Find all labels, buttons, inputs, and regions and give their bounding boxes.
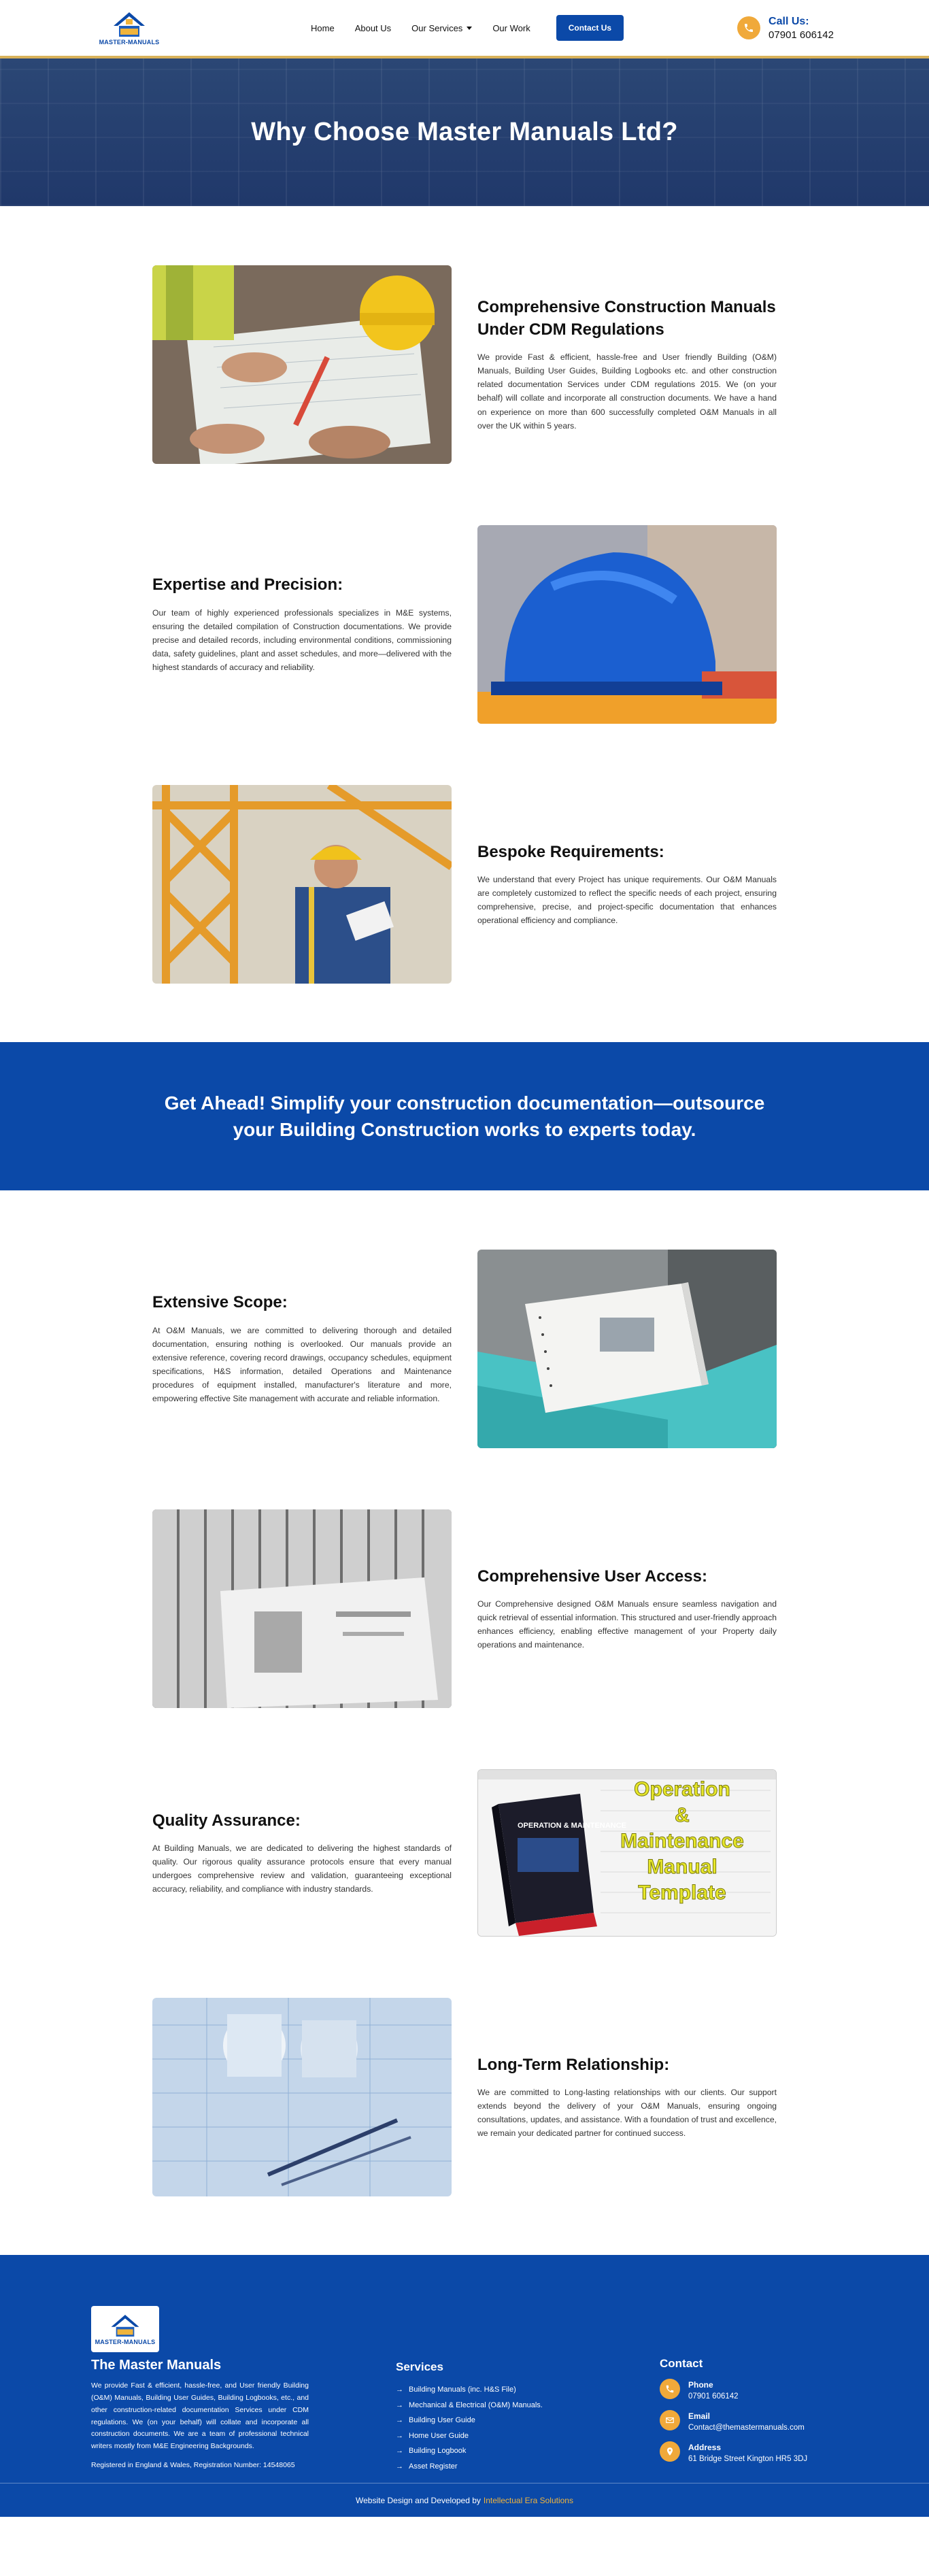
- feature-body: At O&M Manuals, we are committed to deli…: [152, 1325, 452, 1404]
- arrow-right-icon: →: [396, 2447, 403, 2455]
- email-label: Email: [688, 2411, 711, 2421]
- service-link[interactable]: → Building Manuals (inc. H&S File): [396, 2382, 573, 2398]
- feature-title: Comprehensive User Access:: [477, 1567, 707, 1586]
- service-label: Asset Register: [409, 2462, 458, 2471]
- service-label: Mechanical & Electrical (O&M) Manuals.: [409, 2401, 543, 2409]
- credit-prefix: Website Design and Developed by: [356, 2495, 481, 2505]
- footer-logo-text: MASTER-MANUALS: [95, 2338, 156, 2345]
- feature-title: Extensive Scope:: [152, 1293, 288, 1312]
- arrow-right-icon: →: [396, 2416, 403, 2424]
- feature-body: Our Comprehensive designed O&M Manuals e…: [477, 1599, 777, 1650]
- feature-body: Our team of highly experienced professio…: [152, 607, 452, 673]
- footer-logo[interactable]: MASTER-MANUALS: [91, 2306, 159, 2352]
- footer-title: The Master Manuals: [91, 2358, 222, 2373]
- phone-icon: [737, 16, 761, 39]
- feature-extensive-scope: Extensive Scope: At O&M Manuals, we are …: [0, 1250, 929, 1448]
- arrow-right-icon: →: [396, 2431, 403, 2440]
- nav-our-services-label: Our Services: [411, 22, 463, 33]
- service-link[interactable]: → Building Logbook: [396, 2443, 573, 2459]
- contact-heading: Contact: [660, 2357, 703, 2370]
- nav-our-services[interactable]: Our Services: [411, 22, 473, 33]
- feature-image-binder: [477, 1250, 777, 1448]
- service-link[interactable]: → Mechanical & Electrical (O&M) Manuals.: [396, 2398, 573, 2413]
- service-label: Building Manuals (inc. H&S File): [409, 2386, 516, 2394]
- feature-title: Long-Term Relationship:: [477, 2055, 670, 2074]
- overlay-line: &: [675, 1804, 690, 1827]
- footer-registration: Registered in England & Wales, Registrat…: [91, 2461, 295, 2470]
- feature-user-access: Comprehensive User Access: Our Comprehen…: [0, 1509, 929, 1708]
- feature-image-helmet: [477, 525, 777, 724]
- feature-title: Expertise and Precision:: [152, 575, 343, 595]
- arrow-right-icon: →: [396, 2401, 403, 2409]
- services-list: → Building Manuals (inc. H&S File) → Mecha…: [396, 2382, 573, 2474]
- overlay-line: Manual: [647, 1856, 717, 1879]
- service-label: Building Logbook: [409, 2447, 467, 2455]
- feature-title: Bespoke Requirements:: [477, 842, 664, 861]
- footer-credit: Website Design and Developed by Intellec…: [0, 2483, 929, 2517]
- service-label: Home User Guide: [409, 2431, 469, 2440]
- house-logo-icon: [111, 2314, 139, 2337]
- feature-long-term: Long-Term Relationship: We are committed…: [0, 1998, 929, 2196]
- email-value: Contact@themastermanuals.com: [688, 2424, 805, 2432]
- feature-image-blueprints: [152, 265, 452, 464]
- template-overlay: Operation & Maintenance Manual Template: [594, 1777, 771, 1906]
- nav-about-us[interactable]: About Us: [355, 23, 391, 33]
- features-section: Comprehensive Construction Manuals Under…: [0, 206, 929, 984]
- overlay-line: Operation: [634, 1778, 731, 1801]
- location-pin-icon: [660, 2441, 680, 2462]
- contact-phone[interactable]: Phone 07901 606142: [660, 2379, 807, 2401]
- feature-expertise: Expertise and Precision: Our team of hig…: [0, 525, 929, 724]
- feature-body: We understand that every Project has uni…: [477, 874, 777, 926]
- page-title: Why Choose Master Manuals Ltd?: [251, 118, 678, 146]
- overlay-line: Maintenance: [620, 1830, 745, 1853]
- contact-us-button[interactable]: Contact Us: [556, 15, 624, 41]
- house-logo-icon: [111, 11, 148, 38]
- arrow-right-icon: →: [396, 2462, 403, 2471]
- address-label: Address: [688, 2443, 722, 2452]
- logo-text: MASTER-MANUALS: [99, 38, 160, 46]
- service-link[interactable]: → Building User Guide: [396, 2413, 573, 2428]
- contact-address: Address 61 Bridge Street Kington HR5 3DJ: [660, 2441, 807, 2463]
- feature-cdm: Comprehensive Construction Manuals Under…: [0, 265, 929, 464]
- call-us-block[interactable]: Call Us: 07901 606142: [737, 16, 834, 41]
- services-heading: Services: [396, 2360, 443, 2373]
- feature-body: At Building Manuals, we are dedicated to…: [152, 1843, 452, 1894]
- feature-quality-assurance: Quality Assurance: At Building Manuals, …: [0, 1769, 929, 1937]
- phone-value: 07901 606142: [688, 2392, 739, 2401]
- overlay-line: Template: [638, 1881, 726, 1905]
- chevron-down-icon: [467, 26, 473, 30]
- site-footer: MASTER-MANUALS The Master Manuals We pro…: [0, 2255, 929, 2517]
- feature-body: We are committed to Long-lasting relatio…: [477, 2087, 777, 2139]
- feature-image-manuals-shelf: [152, 1509, 452, 1708]
- hero-banner: Why Choose Master Manuals Ltd?: [0, 58, 929, 206]
- feature-bespoke: Bespoke Requirements: We understand that…: [0, 785, 929, 984]
- feature-image-rolled-plans: [152, 1998, 452, 2196]
- contact-email[interactable]: Email Contact@themastermanuals.com: [660, 2410, 807, 2432]
- cta-text: Get Ahead! Simplify your construction do…: [164, 1092, 765, 1140]
- phone-label: Phone: [688, 2380, 713, 2390]
- call-us-label: Call Us:: [768, 15, 809, 27]
- site-header: MASTER-MANUALS Home About Us Our Service…: [0, 0, 929, 58]
- features-section-2: Extensive Scope: At O&M Manuals, we are …: [0, 1250, 929, 2196]
- service-label: Building User Guide: [409, 2416, 475, 2424]
- main-nav: Home About Us Our Services Our Work Cont…: [311, 15, 624, 41]
- cta-banner: Get Ahead! Simplify your construction do…: [0, 1042, 929, 1190]
- feature-image-engineer: [152, 785, 452, 984]
- service-link[interactable]: → Asset Register: [396, 2459, 573, 2475]
- nav-our-work[interactable]: Our Work: [492, 23, 530, 33]
- envelope-icon: [660, 2410, 680, 2430]
- arrow-right-icon: →: [396, 2386, 403, 2394]
- footer-description: We provide Fast & efficient, hassle-free…: [91, 2381, 309, 2451]
- credit-company-link[interactable]: Intellectual Era Solutions: [484, 2496, 573, 2505]
- call-us-number: 07901 606142: [768, 29, 834, 41]
- nav-home[interactable]: Home: [311, 23, 335, 33]
- feature-title: Quality Assurance:: [152, 1811, 301, 1830]
- service-link[interactable]: → Home User Guide: [396, 2428, 573, 2444]
- site-logo[interactable]: MASTER-MANUALS: [95, 11, 163, 46]
- address-value: 61 Bridge Street Kington HR5 3DJ: [688, 2455, 808, 2463]
- feature-image-om-template: OPERATION & MAINTENANCE Operation & Main…: [477, 1769, 777, 1937]
- feature-title: Comprehensive Construction Manuals Under…: [477, 298, 776, 339]
- phone-icon: [660, 2379, 680, 2399]
- feature-body: We provide Fast & efficient, hassle-free…: [477, 352, 777, 431]
